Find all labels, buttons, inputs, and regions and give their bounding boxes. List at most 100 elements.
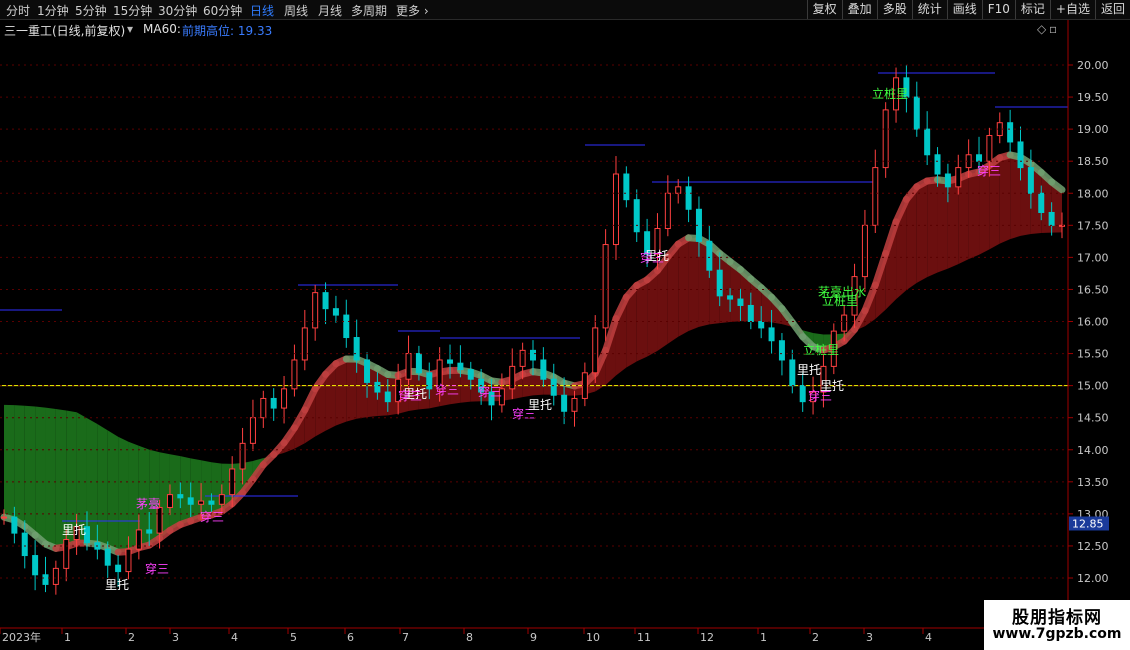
time-tick-label: 9 <box>530 631 537 644</box>
price-tick-label: 18.50 <box>1077 155 1109 168</box>
candle-body <box>374 381 381 393</box>
price-axis: 20.00 19.50 19.00 18.50 18.00 17.50 17.00 16.50… <box>0 20 1109 650</box>
signal-label: 立桩里 <box>822 293 858 308</box>
price-tick-label: 12.50 <box>1077 540 1109 553</box>
candle-body <box>312 292 319 329</box>
candle-body <box>208 500 215 505</box>
signal-label: 里托 <box>528 398 552 412</box>
candle-body <box>364 359 371 383</box>
ribbon-segment <box>35 406 46 544</box>
candle-body <box>467 369 474 380</box>
candle-body <box>187 497 194 505</box>
candle-body <box>447 359 454 364</box>
time-tick-label: 2023年 <box>2 630 41 644</box>
signal-label: 穿三 <box>478 384 502 399</box>
kline-chart[interactable]: 里托里托穿三茅臺穿三里托穿三 穿三 穿三穿三里托里托穿三茅臺出水立桩里立桩里里托穿三… <box>0 0 1130 650</box>
candle-body <box>924 128 931 156</box>
price-tick-label: 16.50 <box>1077 283 1109 296</box>
time-tick-label: 10 <box>586 631 600 644</box>
candle-body <box>976 154 983 162</box>
ribbon-segment <box>86 418 98 545</box>
candle-body <box>727 295 734 300</box>
candle-body <box>550 378 557 396</box>
candle-body <box>986 135 993 162</box>
candle-body <box>872 167 879 226</box>
signal-label: 里托 <box>105 578 129 592</box>
ribbon-segment <box>24 405 36 536</box>
price-tick-label: 14.50 <box>1077 412 1109 425</box>
candle-body <box>841 314 848 332</box>
candle-body <box>768 327 775 342</box>
signal-label: 立桩里 <box>872 86 908 101</box>
time-tick-label: 4 <box>925 631 932 644</box>
ribbon-segment <box>211 462 222 515</box>
candle-body <box>156 506 163 534</box>
current-price-label: 12.85 <box>1072 517 1104 530</box>
signal-annotations: 里托里托穿三茅臺穿三里托穿三 穿三 穿三穿三里托里托穿三茅臺出水立桩里立桩里里托穿三… <box>62 86 1001 592</box>
candle-body <box>166 494 173 508</box>
signal-label: 穿三 <box>435 382 459 397</box>
candle-body <box>177 494 184 499</box>
ribbon-segment <box>118 436 129 553</box>
candle-body <box>384 391 391 403</box>
time-tick-label: 3 <box>866 631 873 644</box>
logo-title: 股朋指标网 <box>1012 608 1102 628</box>
candle-body <box>996 122 1003 137</box>
signal-label: 穿三 <box>145 561 169 576</box>
time-tick-label: 1 <box>64 631 71 644</box>
candle-body <box>52 567 59 585</box>
candle-body <box>457 362 464 371</box>
candle-body <box>405 353 412 380</box>
time-tick-label: 8 <box>466 631 473 644</box>
signal-label: 穿三 <box>398 388 422 403</box>
candle-body <box>799 385 806 403</box>
candle-body <box>270 397 277 409</box>
candle-body <box>229 468 236 496</box>
watermark-logo: 股朋指标网 www.7gpzb.com <box>984 600 1130 650</box>
candle-body <box>934 154 941 175</box>
candle-body <box>747 304 754 322</box>
ribbon-segment <box>201 460 212 518</box>
time-tick-label: 12 <box>700 631 714 644</box>
candle-body <box>291 359 298 390</box>
price-tick-label: 16.00 <box>1077 316 1109 329</box>
candle-body <box>1 516 7 519</box>
candle-body <box>218 494 225 505</box>
price-tick-label: 20.00 <box>1077 59 1109 72</box>
price-tick-label: 12.00 <box>1077 572 1109 585</box>
ribbon-segment <box>14 405 25 527</box>
ribbon-segment <box>169 454 181 531</box>
candle-body <box>322 292 329 310</box>
signal-label: 立桩里 <box>803 342 839 357</box>
candle-body <box>1038 192 1045 213</box>
candle-body <box>1048 211 1055 226</box>
candle-body <box>343 314 350 339</box>
candle-body <box>104 548 111 566</box>
price-tick-label: 14.00 <box>1077 444 1109 457</box>
candle-body <box>675 186 682 194</box>
price-tick-label: 18.00 <box>1077 187 1109 200</box>
candle-body <box>561 394 568 412</box>
signal-label: 里托 <box>797 363 821 377</box>
candle-body <box>882 109 889 169</box>
time-tick-label: 1 <box>760 631 767 644</box>
price-tick-label: 17.00 <box>1077 251 1109 264</box>
price-tick-label: 19.00 <box>1077 123 1109 136</box>
candle-body <box>249 417 256 444</box>
ribbon-segment <box>335 358 347 426</box>
time-tick-label: 2 <box>128 631 135 644</box>
price-tick-label: 19.50 <box>1077 91 1109 104</box>
time-tick-label: 2 <box>812 631 819 644</box>
candle-body <box>592 327 599 374</box>
candle-body <box>861 224 868 278</box>
candle-body <box>955 167 962 188</box>
ribbon-segment <box>45 407 56 549</box>
candle-body <box>778 340 785 361</box>
candle-body <box>426 372 433 390</box>
candle-body <box>758 321 765 329</box>
candle-body <box>944 173 951 188</box>
time-tick-label: 3 <box>172 631 179 644</box>
ribbon-segment <box>927 179 938 278</box>
time-tick-label: 7 <box>402 631 409 644</box>
candlesticks <box>1 65 1065 595</box>
